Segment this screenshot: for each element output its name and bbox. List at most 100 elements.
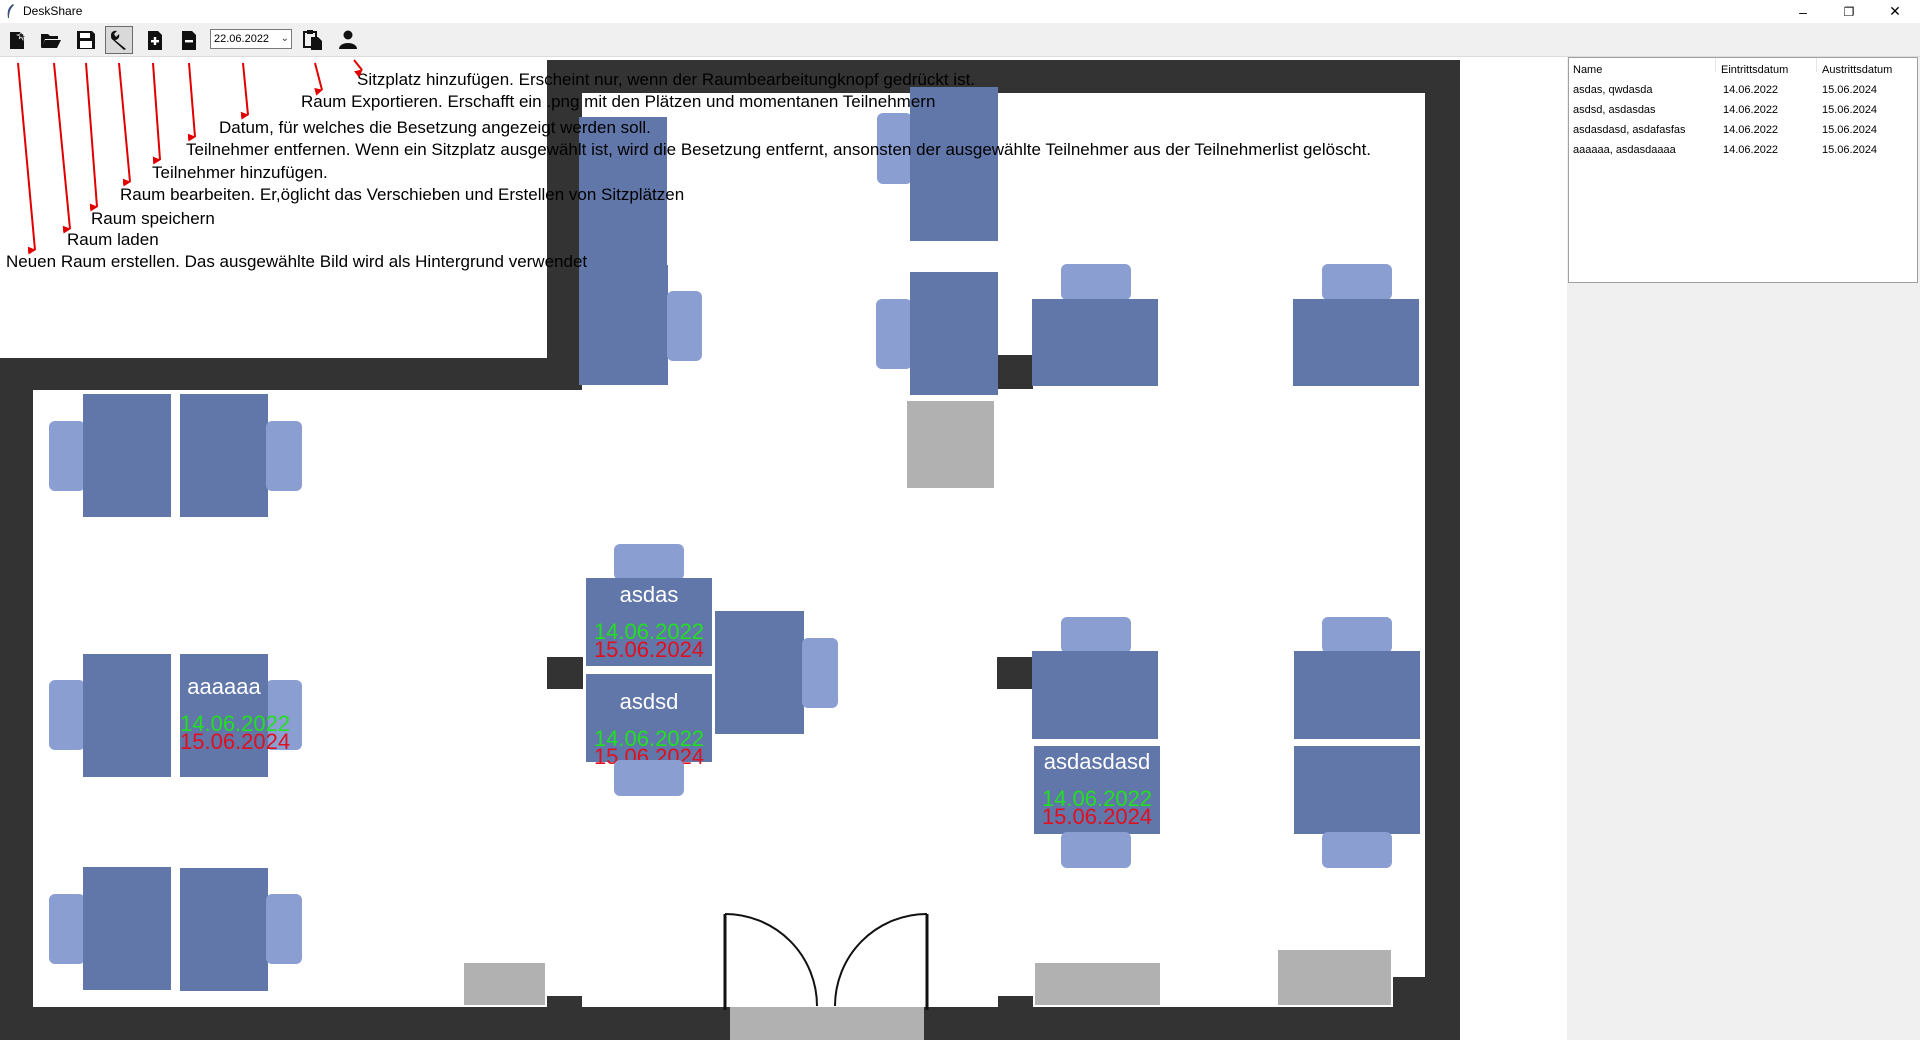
row-end: 15.06.2024 (1822, 124, 1878, 136)
cabinet (464, 963, 545, 1005)
desk[interactable] (83, 654, 171, 777)
add-seat-icon (339, 30, 357, 49)
close-button[interactable]: ✕ (1872, 0, 1918, 23)
remove-participant-icon (182, 31, 196, 50)
chair (1061, 264, 1131, 300)
row-end: 15.06.2024 (1822, 144, 1878, 156)
desk[interactable] (1294, 746, 1420, 834)
desk-occupied[interactable]: asdsd 14.06.2022 15.06.2024 (586, 674, 712, 769)
column-divider (1816, 58, 1817, 72)
row-name: asdsd, asdasdas (1573, 104, 1656, 116)
participant-list[interactable]: Name Eintrittsdatum Austrittsdatum asdas… (1568, 57, 1918, 283)
chair (49, 680, 85, 750)
annotation-export: Raum Exportieren. Erschafft ein .png mit… (301, 92, 936, 111)
desk[interactable] (1294, 651, 1420, 739)
wall-post (998, 355, 1033, 389)
annotation-add-seat: Sitzplatz hinzufügen. Erscheint nur, wen… (357, 70, 976, 89)
table-row[interactable]: aaaaaa, asdasdaaaa 14.06.2022 15.06.2024 (1569, 144, 1917, 164)
add-participant-button[interactable] (141, 26, 169, 54)
desk[interactable] (1293, 299, 1419, 386)
desk[interactable] (1032, 651, 1158, 739)
annotation-edit: Raum bearbeiten. Er,öglicht das Verschie… (120, 185, 685, 204)
annotation-remove: Teilnehmer entfernen. Wenn ein Sitzplatz… (186, 140, 1372, 159)
chair (614, 544, 684, 580)
table-row[interactable]: asdsd, asdasdas 14.06.2022 15.06.2024 (1569, 104, 1917, 124)
table-row[interactable]: asdas, qwdasda 14.06.2022 15.06.2024 (1569, 84, 1917, 104)
restore-button[interactable]: ❐ (1826, 0, 1872, 23)
desk[interactable] (83, 394, 171, 517)
desk-end-date: 15.06.2024 (180, 729, 291, 754)
desk[interactable] (1032, 299, 1158, 386)
door-icon (723, 913, 929, 1010)
export-room-button[interactable] (299, 26, 327, 54)
wall (1393, 977, 1460, 1040)
title-bar: DeskShare – ❐ ✕ (0, 0, 1920, 23)
row-start: 14.06.2022 (1723, 144, 1779, 156)
row-name: aaaaaa, asdasdaaaa (1573, 144, 1676, 156)
add-participant-icon (148, 31, 162, 50)
date-value: 22.06.2022 (214, 33, 270, 45)
table-row[interactable]: asdasdasd, asdafasfas 14.06.2022 15.06.2… (1569, 124, 1917, 144)
toolbar: 22.06.2022 ⌄ (0, 23, 1920, 57)
save-room-button[interactable] (72, 26, 100, 54)
wall (1425, 60, 1460, 1040)
load-room-button[interactable] (37, 26, 65, 54)
chair (614, 760, 684, 796)
chair (1061, 617, 1131, 653)
desk-occupant-name: asdsd (619, 689, 679, 714)
desk[interactable] (910, 272, 998, 395)
annotation-date: Datum, für welches die Besetzung angezei… (219, 118, 651, 137)
date-picker[interactable]: 22.06.2022 ⌄ (210, 29, 292, 49)
chair (49, 421, 85, 491)
new-room-icon (10, 30, 27, 49)
row-start: 14.06.2022 (1723, 84, 1779, 96)
wall-post (547, 657, 583, 689)
annotation-load: Raum laden (67, 230, 159, 249)
wall (998, 996, 1033, 1016)
cabinet (907, 401, 994, 488)
window-title: DeskShare (23, 4, 83, 18)
column-header-end[interactable]: Austrittsdatum (1822, 64, 1892, 76)
desk[interactable] (715, 611, 804, 734)
row-name: asdas, qwdasda (1573, 84, 1653, 96)
add-seat-button[interactable] (334, 26, 362, 54)
desk-occupant-name: asdas (619, 582, 679, 607)
desk-end-date: 15.06.2024 (593, 637, 705, 662)
chair (876, 299, 912, 369)
cabinet (1035, 963, 1160, 1005)
desk[interactable] (180, 394, 268, 517)
chair (1322, 832, 1392, 868)
export-clipboard-icon (303, 30, 322, 50)
edit-room-button[interactable] (105, 26, 133, 54)
desk-occupant-name: aaaaaa (187, 674, 261, 699)
desk-occupied[interactable]: asdas 14.06.2022 15.06.2024 (586, 578, 712, 666)
annotation-add: Teilnehmer hinzufügen. (152, 163, 328, 182)
wall-post (997, 657, 1033, 689)
cabinet (1278, 950, 1391, 1005)
chair (1322, 617, 1392, 653)
new-room-button[interactable] (4, 26, 32, 54)
row-start: 14.06.2022 (1723, 124, 1779, 136)
remove-participant-button[interactable] (175, 26, 203, 54)
chair (1322, 264, 1392, 300)
desk[interactable] (180, 868, 268, 991)
desk-end-date: 15.06.2024 (1041, 804, 1153, 829)
minimize-button[interactable]: – (1780, 0, 1826, 23)
row-end: 15.06.2024 (1822, 104, 1878, 116)
column-header-start[interactable]: Eintrittsdatum (1721, 64, 1788, 76)
chair (266, 421, 302, 491)
column-divider (1715, 58, 1716, 72)
desk[interactable] (83, 867, 171, 990)
desk-occupied[interactable]: aaaaaa 14.06.2022 15.06.2024 (180, 654, 291, 777)
wall (0, 358, 33, 1040)
column-header-name[interactable]: Name (1573, 64, 1602, 76)
row-end: 15.06.2024 (1822, 84, 1878, 96)
row-name: asdasdasd, asdafasfas (1573, 124, 1686, 136)
annotation-save: Raum speichern (91, 209, 215, 228)
save-icon (77, 31, 95, 49)
annotation-new: Neuen Raum erstellen. Das ausgewählte Bi… (6, 252, 588, 271)
wrench-icon (111, 30, 126, 50)
desk-occupied[interactable]: asdasdasd 14.06.2022 15.06.2024 (1034, 746, 1160, 834)
wall (547, 996, 582, 1016)
desk[interactable] (579, 265, 668, 385)
